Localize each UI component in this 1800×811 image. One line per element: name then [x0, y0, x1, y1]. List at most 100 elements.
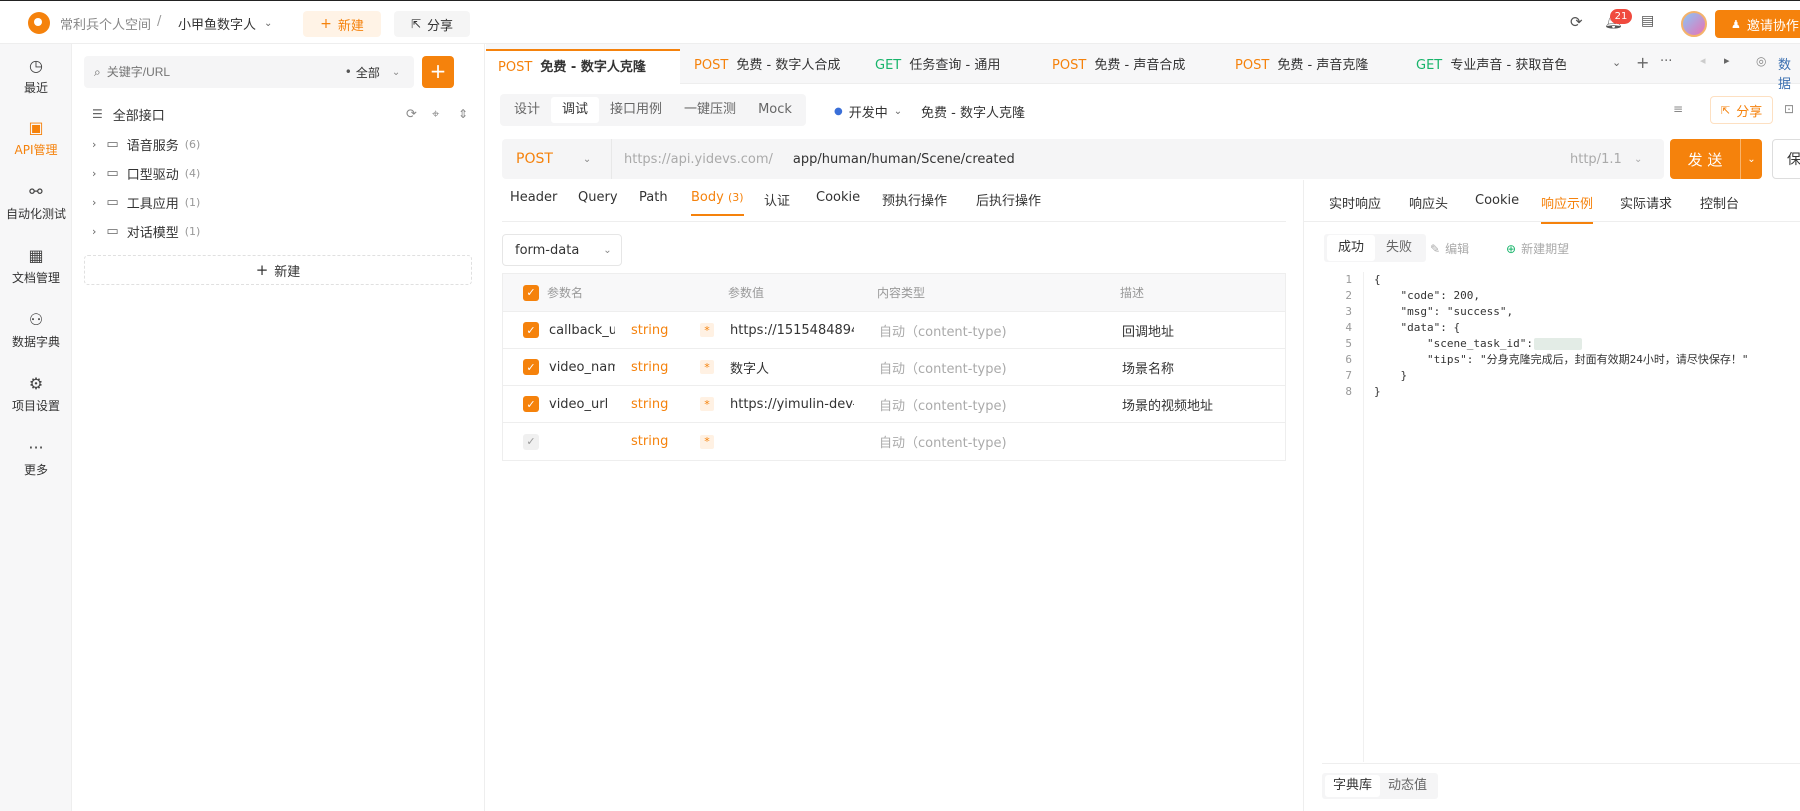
param-name[interactable]: callback_url — [549, 312, 615, 348]
select-all-checkbox[interactable]: ✓ — [523, 274, 539, 311]
param-type[interactable]: string — [631, 349, 668, 385]
tree-folder[interactable]: › ▭ 对话模型 (1) — [92, 221, 200, 241]
tab-request[interactable]: POST 免费 - 声音克隆 — [1223, 49, 1403, 84]
url-input[interactable]: app/human/human/Scene/created — [793, 152, 1015, 167]
tab-query[interactable]: Query — [578, 190, 618, 205]
param-type[interactable]: string — [631, 312, 668, 348]
required-toggle[interactable]: * — [700, 312, 714, 348]
param-desc[interactable]: 场景的视频地址 — [1122, 386, 1213, 422]
param-name[interactable]: video_name — [549, 349, 615, 385]
data-tab[interactable]: 数据 — [1778, 54, 1800, 92]
rail-item-api[interactable]: ▣ API管理 — [0, 118, 72, 158]
param-type[interactable]: string — [631, 423, 668, 460]
tab-body[interactable]: Body (3) — [691, 190, 744, 216]
tab-path[interactable]: Path — [639, 190, 668, 205]
required-toggle[interactable]: * — [700, 423, 714, 460]
param-type[interactable]: string — [631, 386, 668, 422]
chevron-left-icon[interactable]: ◂ — [1700, 54, 1706, 67]
tree-root[interactable]: ☰ 全部接口 ⟳ ⌖ ⇕ — [92, 102, 472, 126]
tab-response-example[interactable]: 响应示例 — [1541, 193, 1594, 224]
add-api-button[interactable]: + — [422, 56, 454, 88]
param-desc[interactable]: 回调地址 — [1122, 312, 1174, 348]
message-icon[interactable]: ▤ — [1641, 13, 1654, 29]
plus-icon[interactable]: + — [1636, 53, 1649, 72]
edit-button[interactable]: ✎ 编辑 — [1430, 240, 1469, 257]
param-content-type[interactable]: 自动（content-type) — [879, 423, 1007, 460]
rail-item-automation[interactable]: ⚯ 自动化测试 — [0, 182, 72, 222]
tab-header[interactable]: Header — [510, 190, 557, 205]
tab-success[interactable]: 成功 — [1327, 235, 1376, 261]
new-expect-button[interactable]: ⊕ 新建期望 — [1506, 240, 1569, 257]
required-toggle[interactable]: * — [700, 349, 714, 385]
collapse-icon[interactable]: ⇕ — [458, 107, 468, 121]
tab-actual-request[interactable]: 实际请求 — [1620, 193, 1672, 212]
env-status[interactable]: ● 开发中 ⌄ — [834, 102, 902, 121]
tab-pre-script[interactable]: 预执行操作 — [882, 190, 947, 209]
chevron-right-icon[interactable]: ▸ — [1724, 54, 1730, 67]
chevron-down-icon[interactable]: ⌄ — [1612, 56, 1621, 69]
body-type-select[interactable]: form-data ⌄ — [502, 234, 622, 266]
tab-auth[interactable]: 认证 — [764, 190, 790, 209]
format-icon[interactable]: ≡ — [1673, 102, 1683, 116]
tab-request[interactable]: POST 免费 - 数字人克隆 — [486, 49, 680, 84]
tab-cases[interactable]: 接口用例 — [599, 97, 673, 123]
sync-icon[interactable]: ⟳ — [1570, 13, 1583, 31]
share-api-button[interactable]: ⇱ 分享 — [1710, 96, 1774, 124]
project-switcher[interactable]: 小甲鱼数字人 ⌄ — [178, 14, 272, 33]
refresh-icon[interactable]: ⟳ — [406, 107, 417, 122]
param-value[interactable] — [730, 423, 854, 460]
row-checkbox[interactable]: ✓ — [523, 386, 539, 422]
locate-icon[interactable]: ⌖ — [432, 107, 439, 122]
search-box[interactable]: ⌕ • 全部 ⌄ — [84, 56, 414, 88]
lock-icon[interactable]: ⊡ — [1784, 102, 1794, 116]
avatar[interactable] — [1681, 11, 1707, 37]
method-select[interactable]: POST ⌄ — [502, 139, 612, 179]
tab-stress[interactable]: 一键压测 — [673, 97, 747, 123]
required-toggle[interactable]: * — [700, 386, 714, 422]
tab-request[interactable]: GET 专业声音 - 获取音色 — [1404, 49, 1566, 84]
param-name[interactable] — [549, 423, 615, 460]
param-value[interactable]: https://15154848948 — [730, 312, 854, 348]
row-checkbox[interactable]: ✓ — [523, 349, 539, 385]
tab-post-script[interactable]: 后执行操作 — [976, 190, 1041, 209]
tab-request[interactable]: POST 免费 - 数字人合成 — [682, 49, 862, 84]
tab-console[interactable]: 控制台 — [1700, 193, 1739, 212]
breadcrumb-space[interactable]: 常利兵个人空间 — [60, 14, 151, 33]
tab-response-cookie[interactable]: Cookie — [1475, 193, 1519, 208]
code-viewer[interactable]: 1 2 3 4 5 6 7 8 { "code": 200, "msg": "s… — [1322, 272, 1800, 762]
row-checkbox[interactable]: ✓ — [523, 312, 539, 348]
param-name[interactable]: video_url — [549, 386, 615, 422]
api-title[interactable]: 免费 - 数字人克隆 — [921, 102, 1025, 121]
param-desc[interactable]: 场景名称 — [1122, 349, 1174, 385]
new-button[interactable]: + 新建 — [303, 11, 381, 37]
chevron-down-icon[interactable]: ⌄ — [1740, 139, 1762, 179]
search-input[interactable] — [106, 65, 337, 79]
param-content-type[interactable]: 自动（content-type) — [879, 349, 1007, 385]
rail-item-dictionary[interactable]: ⚇ 数据字典 — [0, 310, 72, 350]
save-button[interactable]: 保 — [1772, 139, 1800, 179]
tree-folder[interactable]: › ▭ 口型驱动 (4) — [92, 163, 200, 183]
tab-response-headers[interactable]: 响应头 — [1409, 193, 1448, 212]
row-checkbox[interactable]: ✓ — [523, 423, 539, 460]
tree-new-button[interactable]: + 新建 — [84, 255, 472, 285]
tab-request[interactable]: POST 免费 - 声音合成 — [1040, 49, 1220, 84]
tab-live-response[interactable]: 实时响应 — [1329, 193, 1381, 212]
invite-button[interactable]: ♟ 邀请协作 — [1715, 10, 1800, 38]
tree-folder[interactable]: › ▭ 语音服务 (6) — [92, 134, 200, 154]
tab-fail[interactable]: 失败 — [1375, 235, 1423, 261]
rail-item-settings[interactable]: ⚙ 项目设置 — [0, 374, 72, 414]
param-content-type[interactable]: 自动（content-type) — [879, 386, 1007, 422]
send-button[interactable]: 发 送 ⌄ — [1670, 139, 1762, 179]
settings-icon[interactable]: ◎ — [1756, 54, 1766, 68]
tab-debug[interactable]: 调试 — [551, 97, 600, 123]
tab-mock[interactable]: Mock — [747, 97, 803, 123]
tab-dynamic-value[interactable]: 动态值 — [1380, 775, 1435, 797]
tab-cookie[interactable]: Cookie — [816, 190, 860, 205]
rail-item-recent[interactable]: ◷ 最近 — [0, 56, 72, 96]
rail-item-docs[interactable]: ▦ 文档管理 — [0, 246, 72, 286]
share-button[interactable]: ⇱ 分享 — [394, 11, 470, 37]
more-icon[interactable]: ··· — [1660, 54, 1672, 69]
tab-dictionary[interactable]: 字典库 — [1325, 775, 1381, 797]
filter-select[interactable]: 全部 — [356, 64, 380, 81]
param-value[interactable]: https://yimulin-dev- — [730, 386, 854, 422]
